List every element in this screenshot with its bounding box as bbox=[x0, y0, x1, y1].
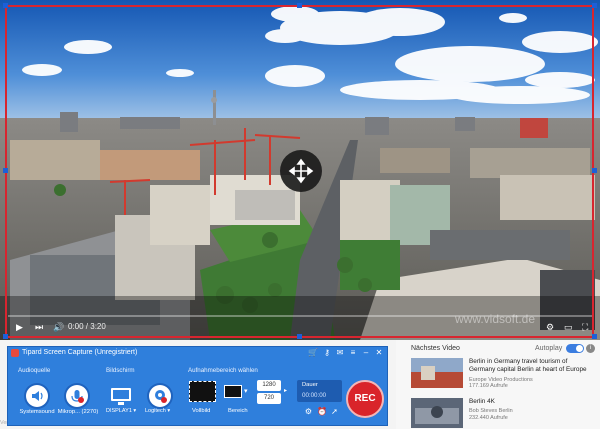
move-arrows-icon bbox=[288, 158, 314, 184]
resize-handle-bottom-left[interactable] bbox=[3, 334, 8, 339]
info-icon[interactable]: i bbox=[586, 344, 595, 353]
record-button[interactable]: REC bbox=[346, 380, 384, 418]
menu-icon[interactable]: ≡ bbox=[348, 348, 358, 358]
resize-handle-bottom-right[interactable] bbox=[592, 334, 597, 339]
webcam-select-value: Logitech bbox=[145, 408, 166, 414]
width-input[interactable]: 1280 bbox=[257, 380, 281, 391]
video-thumbnail[interactable] bbox=[411, 358, 463, 388]
microphone-button[interactable] bbox=[64, 383, 90, 409]
chat-icon[interactable]: ✉ bbox=[335, 348, 345, 358]
alarm-icon[interactable]: ⏰ bbox=[317, 407, 327, 416]
video-views: 232.440 Aufrufe bbox=[469, 415, 508, 421]
fullscreen-area-button[interactable] bbox=[189, 381, 216, 402]
resize-handle-bottom[interactable] bbox=[297, 334, 302, 339]
region-label: Bereich bbox=[228, 408, 248, 414]
audio-source-label: Audioquelle bbox=[18, 367, 51, 374]
video-channel: Bob Steves Berlin bbox=[469, 408, 513, 414]
height-input[interactable]: 720 bbox=[257, 393, 281, 404]
microphone-label: Mikrop... (2270) bbox=[57, 409, 99, 415]
resize-handle-top-left[interactable] bbox=[3, 3, 8, 8]
cursor-icon[interactable]: ➚ bbox=[330, 407, 339, 416]
display-select-value: DISPLAY1 bbox=[106, 408, 132, 414]
webcam-button[interactable] bbox=[147, 383, 173, 409]
dimensions-dropdown-icon[interactable]: ▸ bbox=[284, 387, 287, 394]
screen: ▶ ⏭ 🔊 0:00 / 3:20 ⚙ ▭ ⛶ www.vidsoft.de N… bbox=[0, 0, 600, 429]
video-title[interactable]: Berlin in Germany travel tourism of Germ… bbox=[469, 358, 594, 374]
system-sound-button[interactable] bbox=[24, 383, 50, 409]
resize-handle-top[interactable] bbox=[297, 3, 302, 8]
speaker-icon bbox=[26, 385, 48, 407]
autoplay-toggle[interactable] bbox=[566, 344, 584, 353]
minimize-button[interactable]: – bbox=[361, 348, 371, 358]
region-area-button[interactable] bbox=[224, 385, 242, 398]
close-button[interactable]: ✕ bbox=[374, 348, 384, 358]
key-icon[interactable]: ⚷ bbox=[322, 348, 332, 358]
app-logo-icon bbox=[11, 349, 19, 357]
microphone-icon bbox=[66, 385, 88, 407]
related-videos-sidebar: Nächstes Video Autoplay i Berlin in Germ… bbox=[396, 340, 600, 429]
resize-handle-left[interactable] bbox=[3, 168, 8, 173]
duration-label: Dauer bbox=[302, 382, 318, 388]
system-sound-label: Systemsound bbox=[19, 409, 55, 415]
related-video-item[interactable]: Berlin in Germany travel tourism of Germ… bbox=[411, 358, 596, 392]
webcam-select[interactable]: Logitech ▾ bbox=[145, 408, 170, 416]
fullscreen-label: Vollbild bbox=[192, 408, 211, 414]
monitor-icon bbox=[111, 388, 131, 405]
related-video-item[interactable]: Berlin 4K Bob Steves Berlin 232.440 Aufr… bbox=[411, 398, 596, 429]
gear-icon[interactable]: ⚙ bbox=[304, 407, 313, 416]
area-select-label: Aufnahmebereich wählen bbox=[188, 367, 258, 374]
display-select[interactable]: DISPLAY1 ▾ bbox=[106, 408, 136, 416]
next-video-heading: Nächstes Video bbox=[411, 345, 460, 352]
move-region-button[interactable] bbox=[280, 150, 322, 192]
display-button[interactable] bbox=[108, 383, 134, 409]
recorder-title: Tipard Screen Capture (Unregistriert) bbox=[22, 349, 138, 356]
resize-handle-right[interactable] bbox=[592, 168, 597, 173]
cart-icon[interactable]: 🛒 bbox=[308, 348, 318, 358]
duration-time: 00:00:00 bbox=[302, 392, 327, 399]
screen-label: Bildschirm bbox=[106, 367, 135, 374]
video-title[interactable]: Berlin 4K bbox=[469, 398, 594, 406]
recorder-window: Tipard Screen Capture (Unregistriert) 🛒 … bbox=[7, 346, 388, 426]
region-dropdown-icon[interactable]: ▾ bbox=[244, 387, 248, 395]
webcam-icon bbox=[149, 385, 171, 407]
video-thumbnail[interactable] bbox=[411, 398, 463, 428]
video-views: 177.169 Aufrufe bbox=[469, 383, 508, 389]
autoplay-label: Autoplay bbox=[535, 345, 563, 352]
resize-handle-top-right[interactable] bbox=[592, 3, 597, 8]
